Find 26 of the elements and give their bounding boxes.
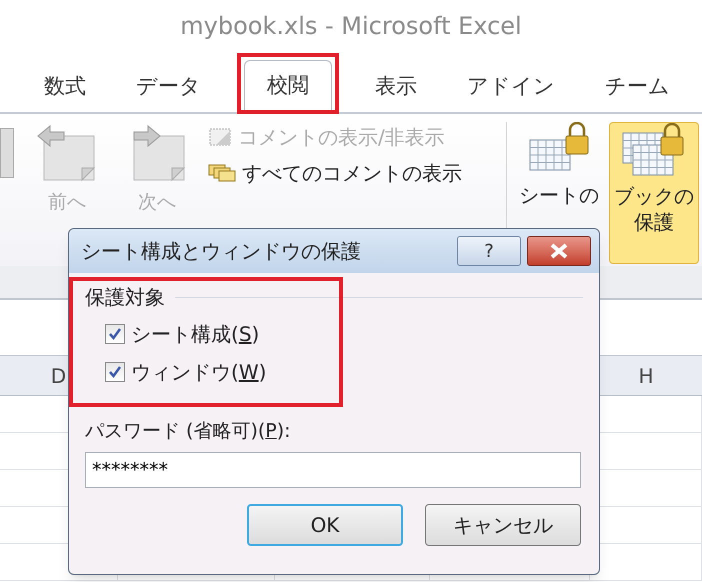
ribbon-tab[interactable]: 校閲: [244, 60, 332, 110]
comments-icon: [208, 163, 238, 183]
checkbox[interactable]: [105, 362, 125, 382]
ribbon-tab[interactable]: データ: [122, 64, 215, 110]
ribbon-tab[interactable]: アドイン: [453, 64, 569, 110]
checkbox[interactable]: [105, 324, 125, 344]
ribbon-tab[interactable]: チーム: [591, 64, 684, 110]
checkbox-label: ウィンドウ(W): [131, 359, 266, 386]
window-title: mybook.xls - Microsoft Excel: [180, 11, 522, 42]
close-icon: [549, 243, 569, 259]
cancel-button[interactable]: キャンセル: [425, 504, 581, 546]
protect-workbook-button[interactable]: ブックの 保護: [609, 122, 699, 264]
checkmark-icon: [108, 327, 122, 341]
checkbox-label: シート構成(S): [131, 321, 260, 348]
group-label: 保護対象: [85, 284, 165, 311]
ok-button[interactable]: OK: [247, 504, 403, 546]
comment-menu-item[interactable]: すべてのコメントの表示: [208, 158, 498, 188]
ribbon-tab[interactable]: 表示: [361, 64, 431, 110]
checkmark-icon: [108, 365, 122, 379]
help-button[interactable]: ?: [457, 236, 521, 266]
dialog-title: シート構成とウィンドウの保護: [81, 238, 361, 265]
password-field[interactable]: ********: [85, 452, 581, 488]
close-button[interactable]: [527, 236, 591, 266]
back-arrow-comment-icon: [36, 122, 98, 184]
password-label: パスワード (省略可)(P):: [85, 420, 291, 442]
ribbon-tab[interactable]: 数式: [30, 64, 100, 110]
